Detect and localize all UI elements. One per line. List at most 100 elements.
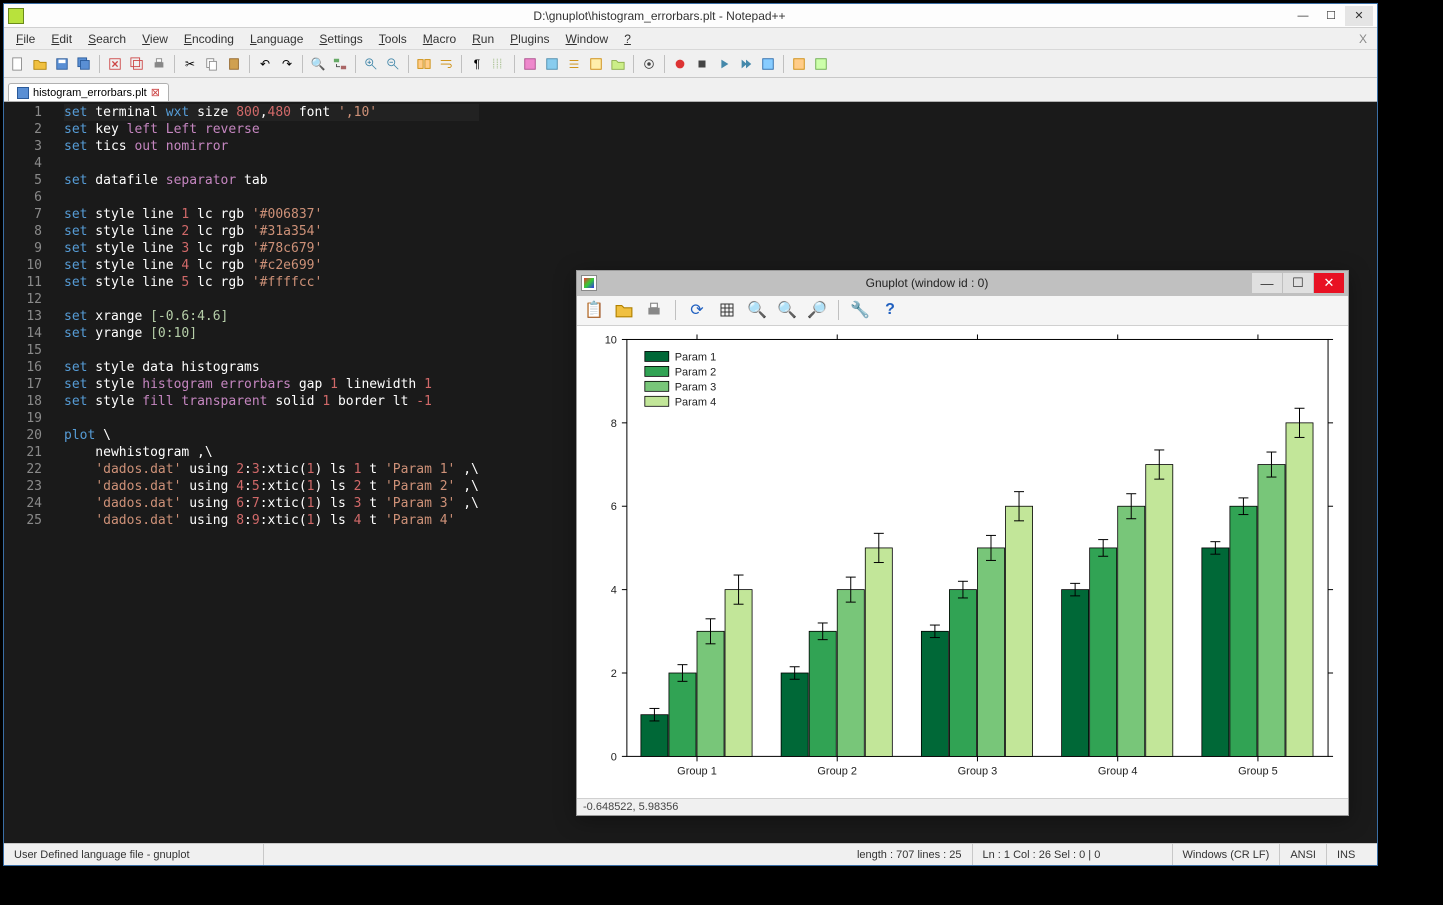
menu-edit[interactable]: Edit — [43, 32, 80, 46]
toolbar-extra-2-icon[interactable] — [811, 54, 831, 74]
doc-map-icon[interactable] — [542, 54, 562, 74]
npp-titlebar[interactable]: D:\gnuplot\histogram_errorbars.plt - Not… — [4, 4, 1377, 28]
find-icon[interactable]: 🔍 — [308, 54, 328, 74]
svg-text:Param 4: Param 4 — [675, 396, 716, 408]
code-content[interactable]: set terminal wxt size 800,480 font ',10'… — [50, 102, 479, 843]
zoom-prev-icon[interactable]: 🔍 — [746, 299, 768, 321]
replot-icon[interactable]: ⟳ — [686, 299, 708, 321]
autoscale-icon[interactable]: 🔎 — [806, 299, 828, 321]
save-all-icon[interactable] — [74, 54, 94, 74]
svg-text:Group 1: Group 1 — [677, 765, 717, 777]
npp-toolbar: ✂ ↶ ↷ 🔍 ¶ — [4, 50, 1377, 78]
udl-icon[interactable] — [520, 54, 540, 74]
monitor-icon[interactable] — [639, 54, 659, 74]
gnuplot-plot-area[interactable]: 0246810Group 1Group 2Group 3Group 4Group… — [577, 326, 1348, 798]
copy-icon[interactable] — [202, 54, 222, 74]
menu-window[interactable]: Window — [558, 32, 617, 46]
replace-icon[interactable] — [330, 54, 350, 74]
gnuplot-minimize-button[interactable]: — — [1252, 273, 1282, 293]
new-file-icon[interactable] — [8, 54, 28, 74]
npp-menubar: FileEditSearchViewEncodingLanguageSettin… — [4, 28, 1377, 50]
status-encoding: ANSI — [1280, 844, 1327, 865]
bar-chart: 0246810Group 1Group 2Group 3Group 4Group… — [577, 326, 1348, 798]
menu-search[interactable]: Search — [80, 32, 134, 46]
npp-statusbar: User Defined language file - gnuplot len… — [4, 843, 1377, 865]
menu-plugins[interactable]: Plugins — [502, 32, 557, 46]
menu-file[interactable]: File — [8, 32, 43, 46]
file-tab[interactable]: histogram_errorbars.plt ⊠ — [8, 83, 169, 101]
menu-settings[interactable]: Settings — [311, 32, 370, 46]
status-language: User Defined language file - gnuplot — [4, 844, 264, 865]
menu-language[interactable]: Language — [242, 32, 311, 46]
close-file-icon[interactable] — [105, 54, 125, 74]
gnuplot-maximize-button[interactable]: ☐ — [1283, 273, 1313, 293]
open-file-icon[interactable] — [30, 54, 50, 74]
cut-icon[interactable]: ✂ — [180, 54, 200, 74]
npp-title: D:\gnuplot\histogram_errorbars.plt - Not… — [30, 9, 1289, 23]
menu-help[interactable]: ? — [616, 32, 639, 46]
zoom-next-icon[interactable]: 🔍 — [776, 299, 798, 321]
status-position: Ln : 1 Col : 26 Sel : 0 | 0 — [973, 844, 1173, 865]
gnuplot-statusbar: -0.648522, 5.98356 — [577, 798, 1348, 815]
file-tab-icon — [17, 87, 29, 99]
function-list-icon[interactable] — [586, 54, 606, 74]
doc-list-icon[interactable] — [564, 54, 584, 74]
print-icon[interactable] — [149, 54, 169, 74]
toolbar-extra-1-icon[interactable] — [789, 54, 809, 74]
redo-icon[interactable]: ↷ — [277, 54, 297, 74]
show-all-chars-icon[interactable]: ¶ — [467, 54, 487, 74]
gnuplot-title: Gnuplot (window id : 0) — [603, 276, 1251, 290]
gnuplot-window: Gnuplot (window id : 0) — ☐ ✕ 📋 ⟳ 🔍 🔍 🔎 … — [576, 270, 1349, 816]
gnuplot-titlebar[interactable]: Gnuplot (window id : 0) — ☐ ✕ — [577, 271, 1348, 296]
svg-text:Param 1: Param 1 — [675, 352, 716, 364]
close-all-icon[interactable] — [127, 54, 147, 74]
status-length: length : 707 lines : 25 — [847, 844, 973, 865]
record-macro-icon[interactable] — [670, 54, 690, 74]
settings-icon[interactable]: 🔧 — [849, 299, 871, 321]
close-button[interactable]: ✕ — [1345, 6, 1373, 26]
svg-text:0: 0 — [611, 751, 617, 763]
svg-text:Group 5: Group 5 — [1238, 765, 1278, 777]
svg-text:Group 3: Group 3 — [958, 765, 998, 777]
npp-tab-strip: histogram_errorbars.plt ⊠ — [4, 78, 1377, 102]
maximize-button[interactable]: ☐ — [1317, 6, 1345, 26]
menubar-close-icon[interactable]: X — [1353, 32, 1373, 46]
help-icon[interactable]: ? — [879, 299, 901, 321]
zoom-in-icon[interactable] — [361, 54, 381, 74]
svg-text:Group 4: Group 4 — [1098, 765, 1138, 777]
svg-text:Param 3: Param 3 — [675, 381, 716, 393]
gnuplot-close-button[interactable]: ✕ — [1314, 273, 1344, 293]
play-multiple-icon[interactable] — [736, 54, 756, 74]
menu-run[interactable]: Run — [464, 32, 502, 46]
folder-workspace-icon[interactable] — [608, 54, 628, 74]
minimize-button[interactable]: — — [1289, 6, 1317, 26]
gnuplot-app-icon — [581, 275, 597, 291]
svg-text:Param 2: Param 2 — [675, 366, 716, 378]
undo-icon[interactable]: ↶ — [255, 54, 275, 74]
menu-macro[interactable]: Macro — [415, 32, 464, 46]
sync-scroll-icon[interactable] — [414, 54, 434, 74]
play-macro-icon[interactable] — [714, 54, 734, 74]
indent-guide-icon[interactable] — [489, 54, 509, 74]
save-macro-icon[interactable] — [758, 54, 778, 74]
grid-icon[interactable] — [716, 299, 738, 321]
zoom-out-icon[interactable] — [383, 54, 403, 74]
gnuplot-toolbar: 📋 ⟳ 🔍 🔍 🔎 🔧 ? — [577, 296, 1348, 326]
close-tab-icon[interactable]: ⊠ — [151, 86, 160, 99]
copy-clipboard-icon[interactable]: 📋 — [583, 299, 605, 321]
paste-icon[interactable] — [224, 54, 244, 74]
svg-text:2: 2 — [611, 668, 617, 680]
menu-view[interactable]: View — [134, 32, 176, 46]
stop-macro-icon[interactable] — [692, 54, 712, 74]
gnuplot-coordinates: -0.648522, 5.98356 — [583, 801, 678, 813]
print-icon[interactable] — [643, 299, 665, 321]
line-number-gutter: 1234567891011121314151617181920212223242… — [4, 102, 50, 843]
file-tab-label: histogram_errorbars.plt — [33, 87, 147, 99]
svg-text:Group 2: Group 2 — [817, 765, 857, 777]
word-wrap-icon[interactable] — [436, 54, 456, 74]
export-icon[interactable] — [613, 299, 635, 321]
save-icon[interactable] — [52, 54, 72, 74]
menu-tools[interactable]: Tools — [371, 32, 415, 46]
svg-text:6: 6 — [611, 501, 617, 513]
menu-encoding[interactable]: Encoding — [176, 32, 242, 46]
